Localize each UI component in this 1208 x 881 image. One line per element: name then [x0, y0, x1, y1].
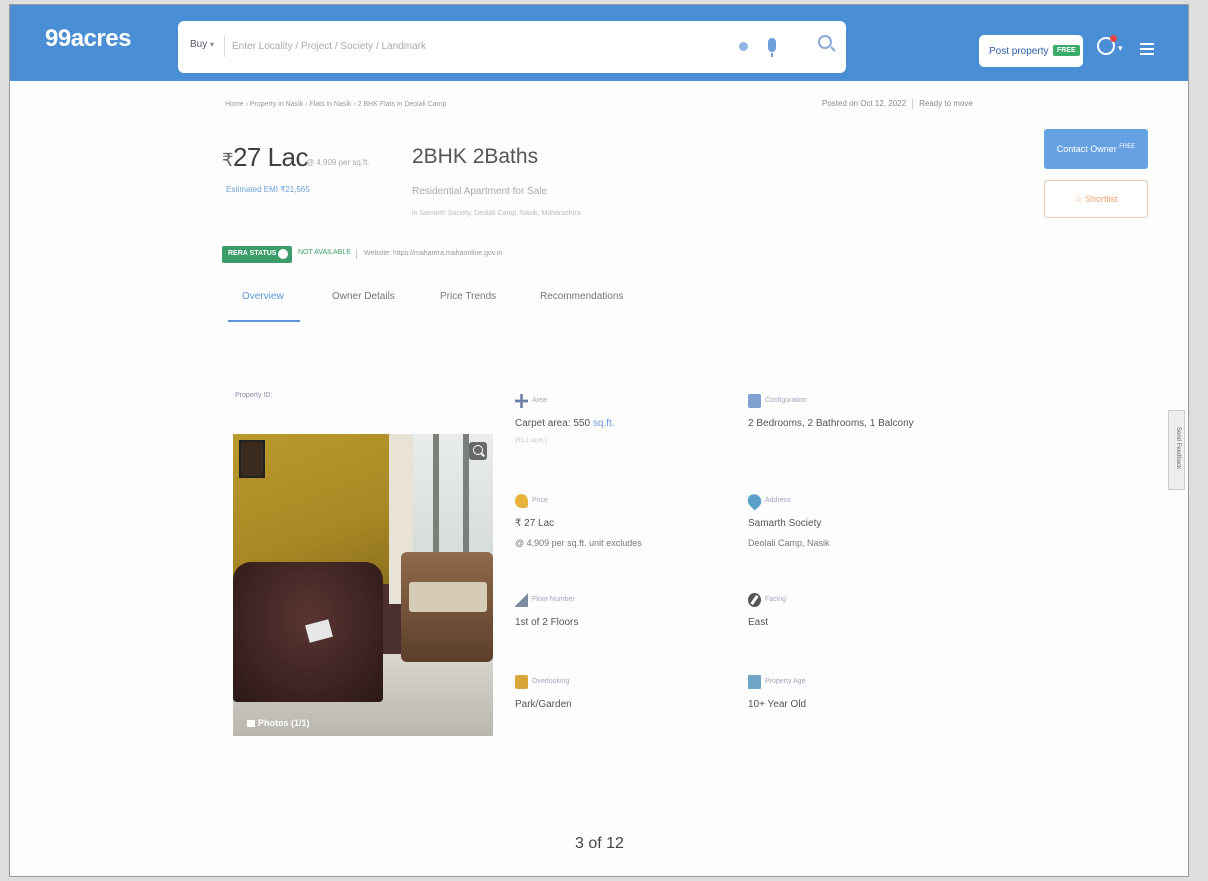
top-navigation-bar: 99acres Buy ▾ Post property FREE ▾ — [10, 5, 1188, 81]
property-age-value: 10+ Year Old — [748, 699, 807, 710]
area-value: Carpet area: 550 sq.ft. — [515, 418, 615, 429]
photos-count[interactable]: Photos (1/1) — [247, 718, 310, 728]
active-tab-indicator — [228, 320, 300, 322]
property-type: Residential Apartment for Sale — [412, 186, 548, 197]
send-feedback-tab[interactable]: Send Feedback — [1168, 410, 1185, 490]
area-sqm: (51.1 sq.m.) — [515, 438, 548, 444]
shortlist-button[interactable]: ☆ Shortlist — [1044, 180, 1148, 218]
breadcrumb[interactable]: Home › Property in Nasik › Flats in Nasi… — [225, 101, 446, 108]
tab-owner-details[interactable]: Owner Details — [332, 291, 395, 302]
chevron-down-icon: ▾ — [210, 40, 215, 49]
price-per-sqft: @ 4,909 per sq.ft. — [306, 158, 370, 167]
facing-label: Facing — [765, 596, 787, 603]
property-age-label: Property Age — [765, 678, 806, 685]
overlooking-label: Overlooking — [532, 678, 570, 685]
posted-date: Posted on Oct 12, 2022 — [822, 99, 907, 109]
posted-info: Posted on Oct 12, 2022 Ready to move — [822, 99, 973, 109]
info-icon[interactable] — [278, 249, 288, 259]
search-input[interactable] — [232, 33, 732, 59]
search-type-label: Buy — [190, 39, 208, 50]
tab-overview[interactable]: Overview — [242, 291, 284, 302]
configuration-value: 2 Bedrooms, 2 Bathrooms, 1 Balcony — [748, 418, 914, 429]
tab-recommendations[interactable]: Recommendations — [540, 291, 623, 302]
area-icon — [515, 394, 528, 408]
compass-icon — [748, 593, 761, 607]
area-unit-dropdown[interactable]: sq.ft. — [593, 418, 615, 429]
search-divider — [224, 35, 225, 57]
facing-value: East — [748, 617, 769, 628]
floor-label: Floor Number — [532, 596, 575, 603]
address-label: Address — [765, 497, 791, 504]
rera-badge-label: RERA STATUS — [228, 250, 277, 257]
price-value: 27 Lac — [232, 142, 309, 172]
contact-owner-button[interactable]: Contact Owner FREE — [1044, 129, 1148, 169]
feedback-label: Send Feedback — [1175, 426, 1181, 470]
hamburger-menu-icon[interactable] — [1140, 43, 1154, 55]
rera-divider — [356, 249, 357, 259]
notification-dot — [1110, 35, 1117, 42]
map-pin-icon — [744, 491, 765, 511]
property-price: ₹27 Lac — [222, 142, 309, 173]
free-badge: FREE — [1053, 45, 1080, 56]
tab-price-trends[interactable]: Price Trends — [440, 291, 496, 302]
camera-icon — [247, 720, 255, 727]
property-id: Property ID: — [235, 392, 273, 399]
post-property-button[interactable]: Post property FREE — [979, 35, 1083, 67]
rera-status-value: NOT AVAILABLE — [298, 249, 351, 256]
screenshot-frame: 99acres Buy ▾ Post property FREE ▾ Home ›… — [9, 4, 1189, 877]
price-detail-sub: @ 4,909 per sq.ft. unit excludes — [515, 538, 642, 548]
price-label: Price — [532, 497, 548, 504]
address-locality: Deolali Camp, Nasik — [748, 538, 830, 548]
overlooking-value: Park/Garden — [515, 699, 572, 710]
page-number: 3 of 12 — [575, 835, 624, 852]
area-label: Area — [532, 397, 547, 404]
rupee-symbol: ₹ — [222, 150, 233, 170]
search-type-dropdown[interactable]: Buy ▾ — [190, 39, 214, 50]
tree-icon — [515, 675, 528, 689]
user-profile-icon[interactable] — [1097, 35, 1117, 59]
contact-owner-label: Contact Owner — [1056, 144, 1117, 154]
property-photo[interactable]: Photos (1/1) — [233, 434, 493, 736]
price-tag-icon — [515, 494, 528, 508]
free-badge: FREE — [1119, 144, 1136, 150]
location-icon[interactable] — [739, 42, 748, 51]
post-property-label: Post property — [989, 45, 1049, 57]
floor-value: 1st of 2 Floors — [515, 617, 579, 628]
search-bar: Buy ▾ — [178, 21, 846, 73]
rera-website-link[interactable]: Website: https://maharera.mahaonline.gov… — [364, 250, 502, 257]
configuration-label: Configuration — [765, 397, 807, 404]
possession-status: Ready to move — [919, 99, 973, 109]
bhk-title: 2BHK 2Baths — [412, 145, 539, 168]
area-value-text: Carpet area: 550 — [515, 418, 591, 429]
address-society: Samarth Society — [748, 518, 822, 529]
calendar-icon — [748, 675, 761, 689]
property-location: in Samarth Society, Deolali Camp, Nasik,… — [412, 210, 581, 217]
zoom-icon[interactable] — [469, 442, 487, 460]
search-icon[interactable] — [818, 35, 832, 49]
stairs-icon — [515, 593, 528, 607]
chevron-down-icon[interactable]: ▾ — [1118, 43, 1123, 54]
site-logo[interactable]: 99acres — [45, 25, 131, 53]
estimated-emi-link[interactable]: Estimated EMI ₹21,565 — [226, 185, 310, 194]
rera-status-badge: RERA STATUS — [222, 246, 292, 263]
photos-count-label: Photos (1/1) — [258, 718, 310, 728]
building-icon — [748, 394, 761, 408]
wall-frame — [239, 440, 265, 478]
microphone-icon[interactable] — [768, 38, 776, 57]
price-detail-value: ₹ 27 Lac — [515, 518, 555, 529]
